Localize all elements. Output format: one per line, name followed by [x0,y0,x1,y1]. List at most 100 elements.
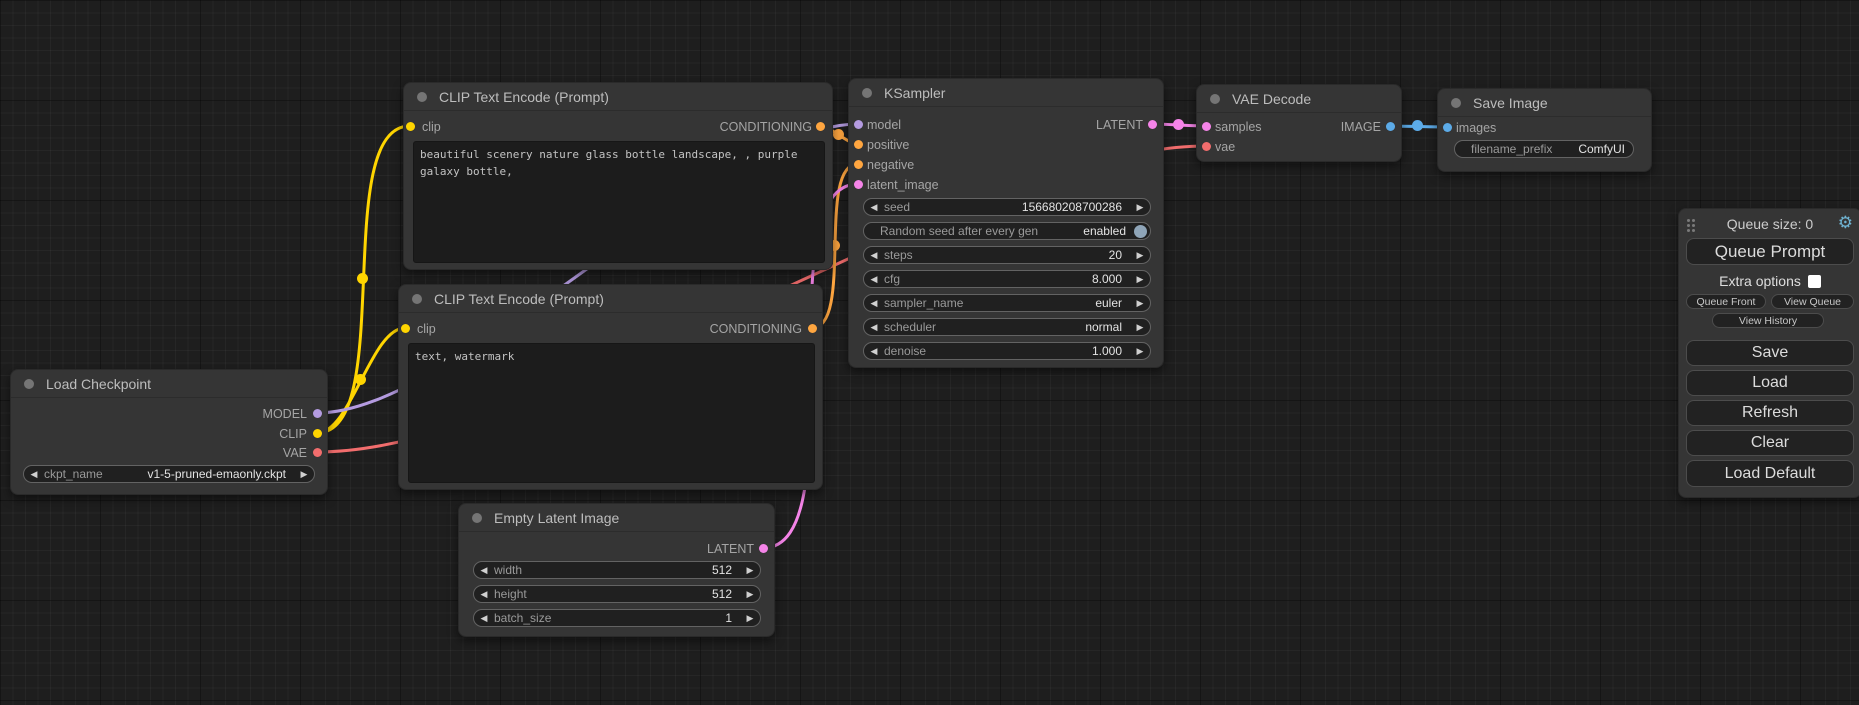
cfg-widget[interactable]: ◀ cfg 8.000 ▶ [863,270,1151,288]
node-load-checkpoint[interactable]: Load Checkpoint MODEL CLIP VAE ◀ ckpt_na… [10,369,328,495]
node-ksampler-header[interactable]: KSampler [849,79,1163,107]
increment-arrow-icon[interactable]: ▶ [1130,298,1150,309]
increment-arrow-icon[interactable]: ▶ [1130,322,1150,333]
sampler-name-widget[interactable]: ◀ sampler_name euler ▶ [863,294,1151,312]
collapse-dot-icon[interactable] [417,92,427,102]
input-label-latent-image: latent_image [867,177,939,193]
load-default-button[interactable]: Load Default [1686,460,1854,487]
node-clip-text-encode-positive[interactable]: CLIP Text Encode (Prompt) clip CONDITION… [403,82,833,270]
decrement-arrow-icon[interactable]: ◀ [864,346,884,357]
width-widget[interactable]: ◀ width 512 ▶ [473,561,761,579]
port-negative-input[interactable] [854,160,863,169]
node-clip-text-encode-negative[interactable]: CLIP Text Encode (Prompt) clip CONDITION… [398,284,823,490]
scheduler-widget[interactable]: ◀ scheduler normal ▶ [863,318,1151,336]
save-button[interactable]: Save [1686,340,1854,366]
collapse-dot-icon[interactable] [1451,98,1461,108]
clear-button[interactable]: Clear [1686,430,1854,456]
node-empty-latent-header[interactable]: Empty Latent Image [459,504,774,532]
port-clip-input-positive[interactable] [406,122,415,131]
negative-prompt-textarea[interactable]: text, watermark [408,343,815,483]
queue-panel[interactable]: Queue size: 0 ⚙ Queue Prompt Extra optio… [1678,208,1859,498]
widget-name: cfg [884,272,900,286]
output-label-image: IMAGE [1341,119,1381,135]
node-clip-negative-header[interactable]: CLIP Text Encode (Prompt) [399,285,822,313]
input-label-positive: positive [867,137,909,153]
port-latent-output-empty-latent[interactable] [759,544,768,553]
node-clip-positive-header[interactable]: CLIP Text Encode (Prompt) [404,83,832,111]
increment-arrow-icon[interactable]: ▶ [740,613,760,624]
widget-value: ComfyUI [1552,142,1633,156]
node-ksampler[interactable]: KSampler model positive negative latent_… [848,78,1164,368]
load-button[interactable]: Load [1686,370,1854,396]
filename-prefix-widget[interactable]: filename_prefix ComfyUI [1454,140,1634,158]
port-vae-input[interactable] [1202,142,1211,151]
node-vae-decode[interactable]: VAE Decode samples vae IMAGE [1196,84,1402,162]
output-label-conditioning: CONDITIONING [710,321,802,337]
output-label-conditioning: CONDITIONING [720,119,812,135]
batch-size-widget[interactable]: ◀ batch_size 1 ▶ [473,609,761,627]
collapse-dot-icon[interactable] [862,88,872,98]
collapse-dot-icon[interactable] [412,294,422,304]
increment-arrow-icon[interactable]: ▶ [294,469,314,480]
height-widget[interactable]: ◀ height 512 ▶ [473,585,761,603]
increment-arrow-icon[interactable]: ▶ [1130,346,1150,357]
denoise-widget[interactable]: ◀ denoise 1.000 ▶ [863,342,1151,360]
port-model-input[interactable] [854,120,863,129]
increment-arrow-icon[interactable]: ▶ [740,589,760,600]
collapse-dot-icon[interactable] [24,379,34,389]
port-conditioning-output-negative[interactable] [808,324,817,333]
increment-arrow-icon[interactable]: ▶ [1130,250,1150,261]
increment-arrow-icon[interactable]: ▶ [1130,202,1150,213]
comfyui-canvas[interactable]: { "nodes": { "load_checkpoint": { "title… [0,0,1859,705]
widget-value: 8.000 [900,272,1130,286]
increment-arrow-icon[interactable]: ▶ [740,565,760,576]
port-latent-output-ksampler[interactable] [1148,120,1157,129]
random-seed-toggle-widget[interactable]: Random seed after every gen enabled [863,222,1151,240]
node-save-image[interactable]: Save Image images filename_prefix ComfyU… [1437,88,1652,172]
widget-name: seed [884,200,910,214]
widget-name: batch_size [494,611,551,625]
ckpt-name-widget[interactable]: ◀ ckpt_name v1-5-pruned-emaonly.ckpt ▶ [23,465,315,483]
positive-prompt-textarea[interactable]: beautiful scenery nature glass bottle la… [413,141,825,263]
view-queue-button[interactable]: View Queue [1771,294,1854,309]
port-samples-input[interactable] [1202,122,1211,131]
steps-widget[interactable]: ◀ steps 20 ▶ [863,246,1151,264]
port-positive-input[interactable] [854,140,863,149]
widget-name: sampler_name [884,296,963,310]
port-clip-input-negative[interactable] [401,324,410,333]
decrement-arrow-icon[interactable]: ◀ [474,565,494,576]
decrement-arrow-icon[interactable]: ◀ [24,469,44,480]
extra-options-checkbox[interactable] [1808,275,1821,288]
node-load-checkpoint-header[interactable]: Load Checkpoint [11,370,327,398]
port-vae-output[interactable] [313,448,322,457]
decrement-arrow-icon[interactable]: ◀ [864,298,884,309]
node-empty-latent-image[interactable]: Empty Latent Image LATENT ◀ width 512 ▶ … [458,503,775,637]
collapse-dot-icon[interactable] [1210,94,1220,104]
decrement-arrow-icon[interactable]: ◀ [474,589,494,600]
seed-widget[interactable]: ◀ seed 156680208700286 ▶ [863,198,1151,216]
queue-prompt-button[interactable]: Queue Prompt [1686,238,1854,265]
port-latent-image-input[interactable] [854,180,863,189]
decrement-arrow-icon[interactable]: ◀ [474,613,494,624]
toggle-circle-icon[interactable] [1134,225,1147,238]
decrement-arrow-icon[interactable]: ◀ [864,250,884,261]
port-image-output[interactable] [1386,122,1395,131]
decrement-arrow-icon[interactable]: ◀ [864,202,884,213]
port-images-input[interactable] [1443,123,1452,132]
node-vae-decode-header[interactable]: VAE Decode [1197,85,1401,113]
decrement-arrow-icon[interactable]: ◀ [864,322,884,333]
decrement-arrow-icon[interactable]: ◀ [864,274,884,285]
node-save-image-header[interactable]: Save Image [1438,89,1651,117]
input-label-clip: clip [417,321,436,337]
increment-arrow-icon[interactable]: ▶ [1130,274,1150,285]
widget-name: height [494,587,527,601]
port-model-output[interactable] [313,409,322,418]
view-history-button[interactable]: View History [1712,313,1824,328]
port-clip-output[interactable] [313,429,322,438]
refresh-button[interactable]: Refresh [1686,400,1854,426]
gear-icon[interactable]: ⚙ [1838,213,1853,233]
collapse-dot-icon[interactable] [472,513,482,523]
widget-value: 1.000 [926,344,1130,358]
queue-front-button[interactable]: Queue Front [1686,294,1766,309]
port-conditioning-output-positive[interactable] [816,122,825,131]
